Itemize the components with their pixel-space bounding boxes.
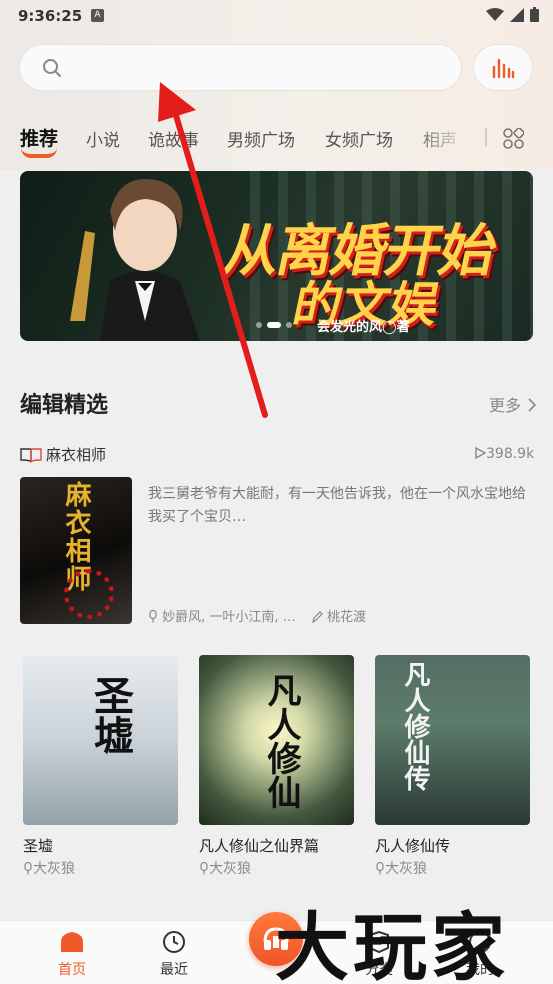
battery-icon <box>530 7 539 22</box>
microphone-icon <box>24 861 32 875</box>
featured-title: 麻衣相师 <box>46 446 107 464</box>
book-cover-text: 凡人修仙 <box>261 673 301 809</box>
tab-stories[interactable]: 诡故事 <box>148 126 199 151</box>
watermark-text: 大玩家 <box>275 905 509 984</box>
book-card[interactable]: 圣墟 圣墟 大灰狼 <box>23 655 178 878</box>
tab-female-channel[interactable]: 女频广场 <box>325 126 393 151</box>
search-icon <box>43 59 61 77</box>
category-tabs: 推荐 小说 诡故事 男频广场 女频广场 相声 <box>0 118 553 160</box>
more-label: 更多 <box>489 396 522 415</box>
tabbar-home-label: 首页 <box>58 962 86 978</box>
home-icon <box>61 932 83 952</box>
featured-cover[interactable]: 麻衣相师 <box>20 477 132 624</box>
section-title: 编辑精选 <box>20 393 109 418</box>
play-count: 398.9k <box>475 446 534 462</box>
tabbar-recent[interactable]: 最近 <box>144 921 204 984</box>
play-icon <box>475 446 487 460</box>
tab-male-channel[interactable]: 男频广场 <box>227 126 295 151</box>
pager-dot <box>256 322 262 328</box>
pen-icon <box>312 611 323 624</box>
audio-bars-icon <box>492 58 515 78</box>
book-cover-text: 圣墟 <box>87 675 134 755</box>
book-title: 凡人修仙传 <box>375 837 451 855</box>
microphone-icon <box>149 609 157 623</box>
wifi-icon <box>486 7 504 21</box>
status-bar: 9:36:25 A <box>0 0 553 32</box>
microphone-icon <box>376 861 384 875</box>
tabbar-recent-label: 最近 <box>160 962 188 978</box>
book-cover-text: 凡人修仙传 <box>400 661 430 791</box>
banner-credit: 会发光的风◯著 <box>317 320 410 335</box>
cover-beads-art <box>64 569 114 619</box>
book-author-name: 大灰狼 <box>209 861 251 877</box>
tab-novel[interactable]: 小说 <box>86 126 120 151</box>
tab-recommend[interactable]: 推荐 <box>20 124 58 151</box>
signal-icon <box>510 7 524 22</box>
book-cover: 凡人修仙传 <box>375 655 530 825</box>
book-cover: 凡人修仙 <box>199 655 354 825</box>
book-author: 大灰狼 <box>199 858 354 878</box>
featured-author: 桃花渡 <box>312 606 366 625</box>
banner-pager <box>256 322 292 328</box>
tabbar-home[interactable]: 首页 <box>42 921 102 984</box>
book-author-name: 大灰狼 <box>33 861 75 877</box>
pager-dot <box>286 322 292 328</box>
tab-active-indicator <box>21 148 57 158</box>
book-cover: 圣墟 <box>23 655 178 825</box>
book-icon <box>20 447 42 462</box>
featured-title-row[interactable]: 麻衣相师 <box>20 444 106 465</box>
banner-character-illustration <box>70 179 200 341</box>
book-card[interactable]: 凡人修仙传 凡人修仙传 大灰狼 <box>375 655 530 878</box>
play-count-value: 398.9k <box>486 446 535 462</box>
book-title: 凡人修仙之仙界篇 <box>199 837 320 855</box>
promo-banner[interactable]: 从离婚开始 的文娱 会发光的风◯著 <box>20 171 533 341</box>
pager-dot-active <box>267 322 281 328</box>
search-bar[interactable] <box>20 45 461 90</box>
audio-bars-button[interactable] <box>474 45 532 90</box>
more-link[interactable]: 更多 <box>489 392 538 416</box>
chevron-right-icon <box>528 398 537 412</box>
featured-narrators: 妙爵风, 一叶小江南, … <box>148 606 296 625</box>
book-title: 圣墟 <box>23 837 54 855</box>
tab-divider <box>485 128 487 146</box>
book-author-name: 大灰狼 <box>385 861 427 877</box>
author-text: 桃花渡 <box>327 610 367 625</box>
book-author: 大灰狼 <box>375 858 530 878</box>
microphone-icon <box>200 861 208 875</box>
status-time: 9:36:25 <box>18 7 83 25</box>
tab-fade <box>410 118 470 158</box>
book-card[interactable]: 凡人修仙 凡人修仙之仙界篇 大灰狼 <box>199 655 354 878</box>
notification-icon: A <box>91 9 104 22</box>
clock-icon <box>163 931 185 953</box>
grid-icon[interactable] <box>503 128 524 149</box>
featured-description: 我三舅老爷有大能耐，有一天他告诉我，他在一个风水宝地给我买了个宝贝… <box>148 486 526 525</box>
book-author: 大灰狼 <box>23 858 178 878</box>
narrators-text: 妙爵风, 一叶小江南, … <box>162 610 296 625</box>
system-icons <box>486 7 539 22</box>
